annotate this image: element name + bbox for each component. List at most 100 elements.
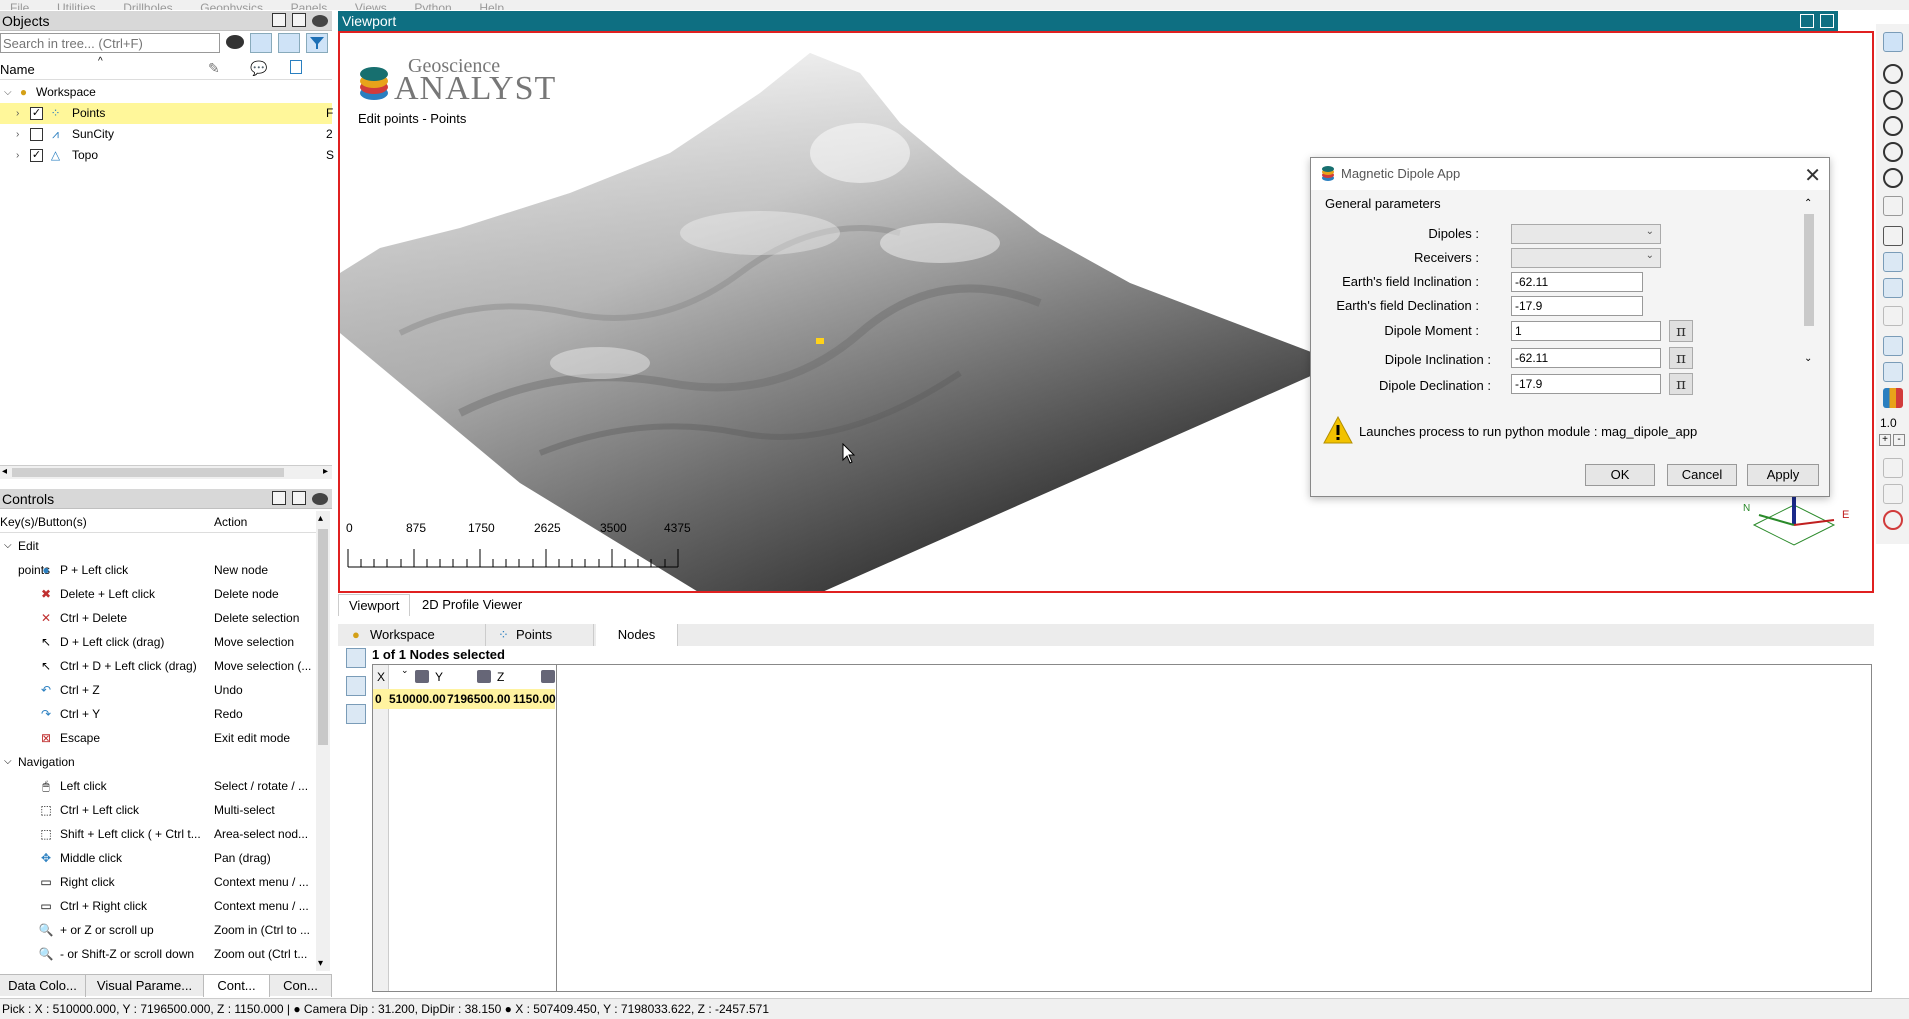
screenshot-icon[interactable] — [1883, 458, 1903, 478]
tab-viewport[interactable]: Viewport — [338, 594, 411, 616]
tab-nodes[interactable]: Nodes — [596, 624, 678, 646]
expand-arrow-icon[interactable]: › — [16, 145, 19, 166]
tab-controls[interactable]: Cont... — [204, 975, 270, 997]
menu-drillholes[interactable]: Drillholes — [123, 1, 172, 10]
scroll-thumb[interactable] — [1804, 214, 1814, 326]
column-type-icon[interactable] — [477, 670, 491, 683]
dialog-titlebar[interactable]: Magnetic Dipole App ✕ — [1311, 158, 1829, 190]
tab-visual-parameters[interactable]: Visual Parame... — [86, 975, 204, 997]
menu-panels[interactable]: Panels — [291, 1, 328, 10]
view-side-icon[interactable] — [1883, 142, 1903, 162]
expand-arrow-icon[interactable]: › — [16, 103, 19, 124]
view-front-icon[interactable] — [1883, 116, 1903, 136]
cell-x[interactable]: 510000.00 — [389, 689, 446, 709]
collapse-arrow-icon[interactable]: ⌵ — [4, 82, 12, 103]
view-top-icon[interactable] — [1883, 90, 1903, 110]
print-icon[interactable] — [1883, 484, 1903, 504]
filter-type-icon[interactable] — [250, 33, 272, 53]
axes-icon[interactable] — [1883, 336, 1903, 356]
dipole-declination-input[interactable]: -17.9 — [1511, 374, 1661, 394]
eye-icon[interactable] — [312, 493, 328, 505]
filter-group-icon[interactable] — [278, 33, 300, 53]
dialog-scrollbar[interactable]: ⌃ ⌄ — [1801, 196, 1817, 364]
view-back-icon[interactable] — [1883, 168, 1903, 188]
zoom-extents-icon[interactable] — [1883, 32, 1903, 52]
horizontal-scrollbar[interactable]: ◂ ▸ — [0, 465, 332, 479]
visibility-checkbox[interactable]: ✓ — [30, 107, 43, 120]
save-as-icon[interactable] — [346, 676, 366, 696]
view-target-icon[interactable] — [1883, 64, 1903, 84]
maximize-panel-button[interactable] — [292, 13, 306, 27]
visibility-eye-icon[interactable] — [226, 35, 244, 49]
tree-column-name[interactable]: Name — [0, 62, 35, 77]
visibility-checkbox[interactable]: ✓ — [30, 149, 43, 162]
orientation-compass-icon[interactable] — [1744, 495, 1854, 575]
column-action[interactable]: Action — [214, 515, 247, 529]
ruler-icon[interactable] — [1883, 278, 1903, 298]
cancel-button[interactable]: Cancel — [1667, 464, 1737, 486]
column-z[interactable]: Z — [497, 667, 504, 687]
float-panel-button[interactable] — [272, 13, 286, 27]
scroll-up-icon[interactable]: ⌃ — [1804, 198, 1812, 209]
column-type-icon[interactable] — [541, 670, 555, 683]
perspective-icon[interactable] — [1883, 196, 1903, 216]
tree-item-topo[interactable]: › ✓ △ Topo S — [0, 145, 334, 166]
search-input[interactable] — [0, 33, 220, 53]
pi-button[interactable]: π — [1669, 373, 1693, 395]
cell-y[interactable]: 7196500.00 — [447, 689, 510, 709]
export-icon[interactable] — [346, 704, 366, 724]
clip-box-icon[interactable] — [1883, 226, 1903, 246]
float-viewport-button[interactable] — [1800, 14, 1814, 28]
zoom-minus-button[interactable]: - — [1893, 434, 1905, 446]
scroll-down-icon[interactable]: ▾ — [318, 958, 323, 969]
cell-z[interactable]: 1150.00 — [513, 689, 556, 709]
tree-item-suncity[interactable]: › ⩘ SunCity 2 — [0, 124, 333, 145]
zoom-level[interactable]: 1.0 — [1880, 416, 1904, 430]
colorbar-icon[interactable] — [1883, 388, 1903, 408]
tab-con[interactable]: Con... — [270, 975, 332, 997]
column-y[interactable]: Y — [435, 667, 443, 687]
vertical-scrollbar[interactable]: ▴ ▾ — [316, 511, 330, 971]
maximize-panel-button[interactable] — [292, 491, 306, 505]
scroll-down-icon[interactable]: ⌄ — [1804, 353, 1812, 364]
save-icon[interactable] — [346, 648, 366, 668]
ok-button[interactable]: OK — [1585, 464, 1655, 486]
zoom-plus-button[interactable]: + — [1879, 434, 1891, 446]
column-x[interactable]: X — [377, 667, 385, 687]
menu-help[interactable]: Help — [479, 1, 504, 10]
scroll-thumb[interactable] — [318, 529, 328, 745]
apply-button[interactable]: Apply — [1747, 464, 1819, 486]
table-row[interactable]: 0 510000.00 7196500.00 1150.00 — [373, 689, 556, 709]
tab-2d-profile-viewer[interactable]: 2D Profile Viewer — [412, 594, 532, 616]
collapse-arrow-icon[interactable]: ⌵ — [4, 534, 12, 558]
earth-inclination-input[interactable]: -62.11 — [1511, 272, 1643, 292]
document-icon[interactable] — [290, 60, 302, 74]
comment-icon[interactable]: 💬 — [250, 60, 267, 77]
pencil-icon[interactable]: ✎ — [208, 60, 220, 77]
magnet-icon[interactable] — [1883, 510, 1903, 530]
dipole-inclination-input[interactable]: -62.11 — [1511, 348, 1661, 368]
expand-arrow-icon[interactable]: › — [16, 124, 19, 145]
tab-points[interactable]: ⁘ Points — [498, 624, 594, 646]
tree-item-points[interactable]: › ✓ ⁘ Points F — [0, 103, 333, 124]
tab-workspace[interactable]: ● Workspace — [346, 624, 486, 646]
pi-button[interactable]: π — [1669, 347, 1693, 369]
nodes-grid[interactable]: X ⌄ Y Z 0 510000.00 7196500.00 1150.00 — [372, 664, 1872, 992]
camera-icon[interactable] — [1883, 362, 1903, 382]
menu-python[interactable]: Python — [414, 1, 451, 10]
scroll-up-icon[interactable]: ▴ — [318, 513, 323, 524]
column-type-icon[interactable] — [415, 670, 429, 683]
grid-icon[interactable] — [1883, 306, 1903, 326]
column-keys[interactable]: Key(s)/Button(s) — [0, 515, 87, 529]
dipole-moment-input[interactable]: 1 — [1511, 321, 1661, 341]
visibility-checkbox[interactable] — [30, 128, 43, 141]
tab-data-color[interactable]: Data Colo... — [0, 975, 86, 997]
menu-file[interactable]: File — [10, 1, 29, 10]
collapse-arrow-icon[interactable]: ⌵ — [4, 750, 12, 774]
maximize-viewport-button[interactable] — [1820, 14, 1834, 28]
pi-button[interactable]: π — [1669, 320, 1693, 342]
section-icon[interactable] — [1883, 252, 1903, 272]
menu-views[interactable]: Views — [355, 1, 387, 10]
menu-geophysics[interactable]: Geophysics — [200, 1, 263, 10]
scroll-right-icon[interactable]: ▸ — [323, 466, 328, 477]
